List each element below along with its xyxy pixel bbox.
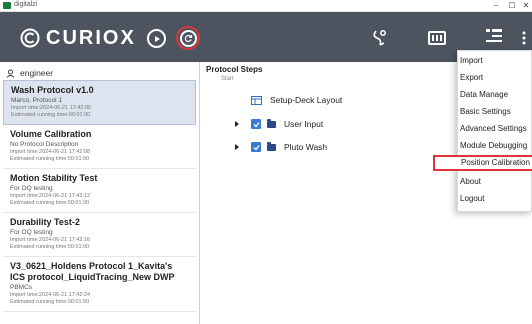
protocol-run-time: Estimated running time:00:01:00 xyxy=(10,244,90,250)
protocol-item[interactable]: Durability Test-2 For OQ testing Import … xyxy=(3,213,196,257)
protocol-import-time: Import time:2024-06-21 17:42:24 xyxy=(10,292,91,298)
protocol-name: Wash Protocol v1.0 xyxy=(11,85,94,95)
plate-button[interactable] xyxy=(428,31,446,45)
check-icon xyxy=(253,144,260,150)
logo-mark-icon xyxy=(20,28,40,48)
menu-item-basic-settings[interactable]: Basic Settings xyxy=(458,104,532,120)
steps-start-label: Start xyxy=(221,76,234,82)
protocol-description: No Protocol Description xyxy=(10,141,79,148)
protocol-item[interactable]: Motion Stability Test For OQ testing Imp… xyxy=(3,169,196,213)
user-icon xyxy=(6,69,15,78)
menu-item-logout[interactable]: Logout xyxy=(458,191,532,207)
maximize-button[interactable]: ☐ xyxy=(506,0,518,11)
window-title: digitalzi xyxy=(14,1,38,8)
plate-icon xyxy=(432,35,442,41)
protocol-description: Marco, Protocol 1 xyxy=(11,97,62,104)
menu-item-import[interactable]: Import xyxy=(458,53,532,69)
usb-icon xyxy=(373,30,386,46)
play-icon xyxy=(154,35,160,42)
menu-item-position-calibration[interactable]: Position Calibration xyxy=(433,155,532,171)
step-label: Setup-Deck Layout xyxy=(270,95,343,105)
folder-icon xyxy=(267,118,276,128)
sync-button[interactable] xyxy=(176,26,200,50)
more-button[interactable] xyxy=(520,28,528,48)
step-user-input[interactable]: User Input xyxy=(235,117,323,131)
menu-item-export[interactable]: Export xyxy=(458,70,532,86)
app-icon xyxy=(3,2,11,9)
step-label: User Input xyxy=(284,119,324,129)
curiox-logo: CURIOX xyxy=(20,28,136,48)
protocol-run-time: Estimated running time:00:01:00 xyxy=(10,156,90,162)
menu-button[interactable] xyxy=(484,26,504,46)
more-icon xyxy=(522,31,526,45)
protocol-import-time: Import time:2024-06-21 17:42:05 xyxy=(11,105,92,111)
protocol-run-time: Estimated running time:00:01:00 xyxy=(10,299,90,305)
menu-item-module-debugging[interactable]: Module Debugging xyxy=(458,138,532,154)
protocol-import-time: Import time:2024-06-21 17:42:08 xyxy=(10,149,91,155)
protocol-import-time: Import time:2024-06-21 17:42:16 xyxy=(10,237,91,243)
username: engineer xyxy=(20,68,54,78)
protocol-name: Volume Calibration xyxy=(10,129,92,139)
usb-button[interactable] xyxy=(370,28,390,48)
step-checkbox[interactable] xyxy=(251,119,261,129)
protocol-item[interactable]: V3_0621_Holdens Protocol 1_Kavita's ICS … xyxy=(3,257,196,312)
protocol-name: Motion Stability Test xyxy=(10,173,98,183)
folder-icon xyxy=(267,141,276,151)
protocol-description: For OQ testing xyxy=(10,229,53,236)
layout-icon xyxy=(251,95,262,105)
step-checkbox[interactable] xyxy=(251,142,261,152)
minimize-button[interactable]: – xyxy=(490,0,502,11)
protocol-list: Wash Protocol v1.0 Marco, Protocol 1 Imp… xyxy=(3,80,196,312)
menu-item-data-manage[interactable]: Data Manage xyxy=(458,87,532,103)
sync-icon xyxy=(179,29,197,47)
menu-item-advanced-settings[interactable]: Advanced Settings xyxy=(458,121,532,137)
menu-item-about[interactable]: About xyxy=(458,174,532,190)
protocol-name: Durability Test-2 xyxy=(10,217,80,227)
expand-caret-icon[interactable] xyxy=(235,144,239,150)
app-header: CURIOX xyxy=(0,12,532,62)
protocol-item[interactable]: Wash Protocol v1.0 Marco, Protocol 1 Imp… xyxy=(3,80,196,125)
step-setup-deck-layout[interactable]: Setup-Deck Layout xyxy=(251,93,342,107)
play-button[interactable] xyxy=(147,29,166,48)
protocol-name: V3_0621_Holdens Protocol 1_Kavita's ICS … xyxy=(10,261,175,282)
main-menu-dropdown: Import Export Data Manage Basic Settings… xyxy=(433,50,532,212)
protocol-run-time: Estimated running time:00:01:00 xyxy=(10,200,90,206)
logo-text: CURIOX xyxy=(46,27,136,49)
window-title-bar: digitalzi – ☐ ✕ xyxy=(0,0,532,12)
menu-icon xyxy=(486,29,502,42)
step-pluto-wash[interactable]: Pluto Wash xyxy=(235,140,327,154)
protocol-import-time: Import time:2024-06-21 17:42:12 xyxy=(10,193,91,199)
protocol-description: PBMCs xyxy=(10,284,33,291)
step-label: Pluto Wash xyxy=(284,142,328,152)
check-icon xyxy=(253,121,260,127)
expand-caret-icon[interactable] xyxy=(235,121,239,127)
protocol-description: For OQ testing xyxy=(10,185,53,192)
protocol-item[interactable]: Volume Calibration No Protocol Descripti… xyxy=(3,125,196,169)
protocol-steps-title: Protocol Steps xyxy=(206,65,263,74)
user-row: engineer xyxy=(6,66,53,80)
close-button[interactable]: ✕ xyxy=(520,0,532,11)
protocol-run-time: Estimated running time:00:01:00 xyxy=(11,112,91,118)
protocol-list-panel: engineer Wash Protocol v1.0 Marco, Proto… xyxy=(0,62,200,324)
